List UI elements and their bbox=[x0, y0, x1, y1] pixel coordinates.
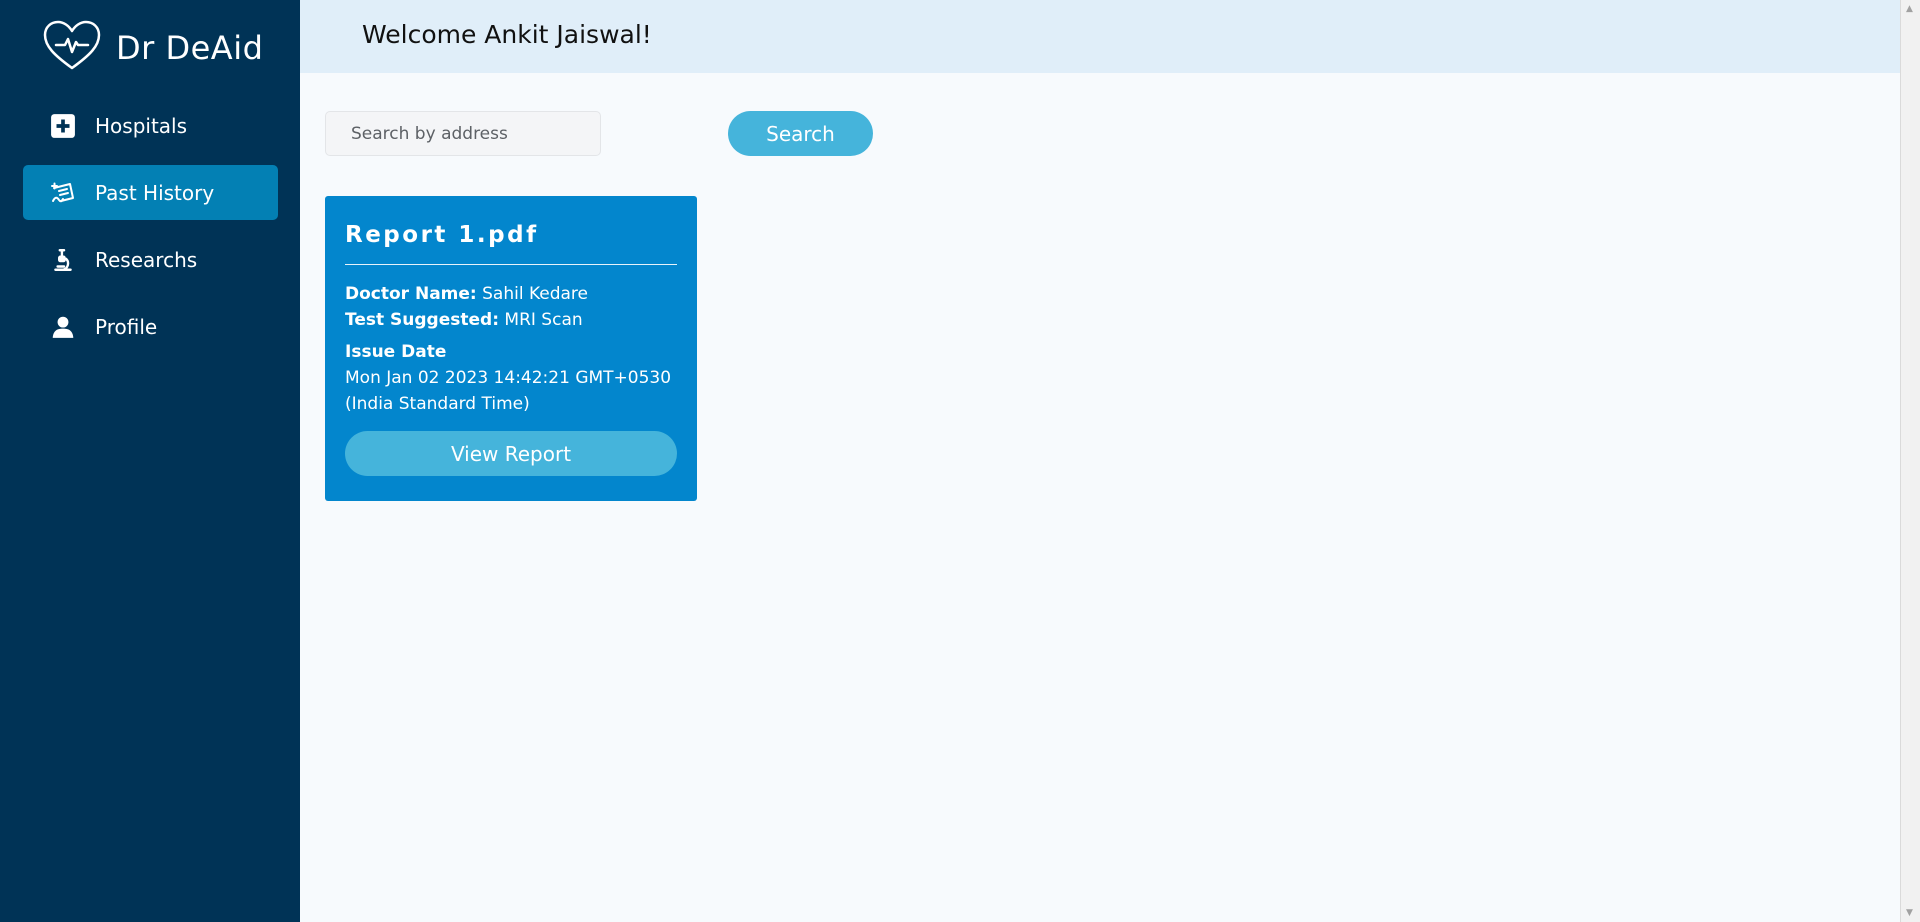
heart-pulse-icon bbox=[42, 20, 102, 76]
sidebar-item-hospitals[interactable]: Hospitals bbox=[23, 98, 278, 153]
scroll-up-icon[interactable]: ▲ bbox=[1906, 4, 1913, 14]
doctor-name-row: Doctor Name: Sahil Kedare bbox=[345, 281, 677, 307]
test-suggested-value: MRI Scan bbox=[504, 310, 583, 330]
test-suggested-row: Test Suggested: MRI Scan bbox=[345, 307, 677, 333]
user-icon bbox=[48, 312, 78, 342]
view-report-button[interactable]: View Report bbox=[345, 431, 677, 476]
issue-date-label: Issue Date bbox=[345, 342, 447, 362]
sidebar-item-researchs[interactable]: Researchs bbox=[23, 232, 278, 287]
report-title: Report 1.pdf bbox=[345, 222, 539, 248]
test-suggested-label: Test Suggested: bbox=[345, 310, 499, 330]
sidebar-item-label: Past History bbox=[95, 180, 215, 205]
scrollbar[interactable]: ▲ ▼ bbox=[1900, 0, 1920, 922]
report-card: Report 1.pdf Doctor Name: Sahil Kedare T… bbox=[325, 196, 697, 501]
history-icon bbox=[48, 178, 78, 208]
sidebar-item-label: Profile bbox=[95, 314, 158, 339]
search-input[interactable] bbox=[325, 111, 601, 156]
doctor-name-value: Sahil Kedare bbox=[482, 284, 589, 304]
top-header: Welcome Ankit Jaiswal! bbox=[300, 0, 1900, 73]
hospital-plus-icon bbox=[48, 111, 78, 141]
sidebar-nav: Hospitals Past History Researchs Profile bbox=[23, 98, 278, 366]
microscope-icon bbox=[48, 245, 78, 275]
welcome-message: Welcome Ankit Jaiswal! bbox=[362, 20, 652, 49]
sidebar: Dr DeAid Hospitals Past History Research… bbox=[0, 0, 300, 922]
sidebar-item-label: Hospitals bbox=[95, 113, 188, 138]
issue-date-value: Mon Jan 02 2023 14:42:21 GMT+0530 (India… bbox=[345, 368, 672, 414]
brand-name: Dr DeAid bbox=[116, 29, 264, 67]
search-button[interactable]: Search bbox=[728, 111, 873, 156]
scroll-down-icon[interactable]: ▼ bbox=[1906, 908, 1913, 918]
sidebar-item-past-history[interactable]: Past History bbox=[23, 165, 278, 220]
doctor-name-label: Doctor Name: bbox=[345, 284, 477, 304]
sidebar-item-profile[interactable]: Profile bbox=[23, 299, 278, 354]
brand-logo[interactable]: Dr DeAid bbox=[42, 20, 263, 76]
sidebar-item-label: Researchs bbox=[95, 247, 198, 272]
card-divider bbox=[345, 264, 677, 265]
